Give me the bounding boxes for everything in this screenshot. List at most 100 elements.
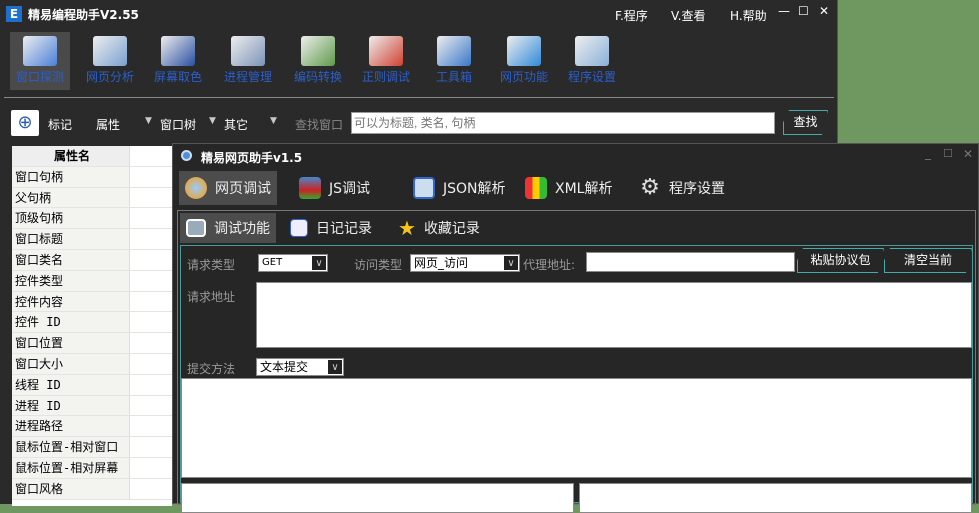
toolbar-item-4[interactable]: 编码转换	[288, 32, 348, 90]
tab-label: XML解析	[555, 181, 613, 197]
tab-label: 收藏记录	[423, 221, 480, 237]
tab-web-debug[interactable]: 网页调试	[179, 171, 277, 205]
toolbar-item-1[interactable]: 网页分析	[80, 32, 140, 90]
tab-xml[interactable]: XML解析	[519, 171, 618, 205]
table-row[interactable]: 窗口风格	[12, 478, 172, 500]
menu-help[interactable]: H.帮助	[730, 7, 767, 24]
tool-label: 进程管理	[223, 70, 272, 84]
content-panel: 调试功能 日记记录 ★ 收藏记录 请求类型 GET ∨ 访问类型 网页_访问 ∨ 代理…	[177, 210, 976, 513]
menu-program[interactable]: F.程序	[615, 7, 648, 24]
tree-tab[interactable]: 窗口树	[160, 116, 196, 133]
subtab-log[interactable]: 日记记录	[284, 213, 378, 243]
maximize-button[interactable]: ☐	[798, 4, 809, 18]
response-right-panel[interactable]	[579, 483, 972, 513]
property-name: 鼠标位置-相对屏幕	[12, 457, 130, 478]
app-logo-icon: E	[6, 6, 22, 22]
bar-chart-icon	[525, 177, 547, 199]
table-header: 属性名	[12, 146, 172, 167]
globe-icon	[185, 177, 207, 199]
subtab-debug[interactable]: 调试功能	[180, 213, 276, 243]
table-row[interactable]: 控件内容	[12, 291, 172, 313]
submit-method-select[interactable]: 文本提交 ∨	[256, 358, 344, 376]
maximize-button[interactable]: ☐	[943, 147, 953, 160]
minimize-button[interactable]: _	[925, 146, 931, 160]
response-left-panel[interactable]	[181, 483, 574, 513]
visit-type-label: 访问类型	[354, 258, 403, 272]
table-row[interactable]: 窗口位置	[12, 333, 172, 354]
toolbar-item-6[interactable]: 工具箱	[424, 32, 484, 90]
property-name: 鼠标位置-相对窗口	[12, 437, 130, 457]
toolbar-item-5[interactable]: 正则调试	[356, 32, 416, 90]
tool-icon	[437, 36, 471, 66]
table-row[interactable]: 父句柄	[12, 187, 172, 209]
dropdown-arrow-icon[interactable]: ▼	[270, 116, 277, 126]
select-value: GET	[262, 257, 283, 268]
property-name: 控件内容	[12, 291, 130, 312]
property-name: 窗口风格	[12, 478, 130, 499]
web-title: 精易网页助手v1.5	[201, 151, 303, 165]
other-tab[interactable]: 其它	[224, 116, 248, 133]
visit-type-select[interactable]: 网页_访问 ∨	[410, 254, 520, 272]
tab-settings[interactable]: ⚙ 程序设置	[633, 171, 731, 205]
tool-icon	[23, 36, 57, 66]
cubes-icon	[299, 177, 321, 199]
clear-button[interactable]: 清空当前	[884, 248, 972, 273]
toolbar-item-8[interactable]: 程序设置	[562, 32, 622, 90]
post-data-textarea[interactable]	[181, 378, 972, 478]
table-row[interactable]: 顶级句柄	[12, 208, 172, 230]
url-label: 请求地址	[187, 290, 236, 304]
tool-icon	[231, 36, 265, 66]
tool-icon	[93, 36, 127, 66]
debug-form: 请求类型 GET ∨ 访问类型 网页_访问 ∨ 代理地址: 粘贴协议包 清空当前 请…	[180, 245, 973, 513]
chevron-down-icon: ∨	[327, 359, 343, 375]
tool-icon	[301, 36, 335, 66]
find-button[interactable]: 查找	[783, 110, 828, 135]
main-title: 精易编程助手V2.55	[28, 8, 139, 22]
proxy-label: 代理地址:	[523, 258, 576, 272]
table-row[interactable]: 窗口大小	[12, 353, 172, 375]
table-row[interactable]: 进程 ID	[12, 395, 172, 417]
table-row[interactable]: 窗口类名	[12, 249, 172, 271]
tab-json[interactable]: JSON解析	[407, 171, 512, 205]
table-row[interactable]: 窗口句柄	[12, 166, 172, 188]
property-name: 窗口大小	[12, 353, 130, 374]
table-row[interactable]: 控件 ID	[12, 312, 172, 334]
url-textarea[interactable]	[256, 282, 972, 348]
table-row[interactable]: 控件类型	[12, 270, 172, 292]
table-row[interactable]: 鼠标位置-相对窗口	[12, 437, 172, 458]
table-row[interactable]: 进程路径	[12, 416, 172, 438]
table-row[interactable]: 鼠标位置-相对屏幕	[12, 457, 172, 479]
tool-label: 正则调试	[361, 70, 410, 84]
table-row[interactable]: 窗口标题	[12, 229, 172, 250]
divider	[4, 97, 834, 98]
select-value: 文本提交	[260, 360, 309, 374]
minimize-button[interactable]: —	[778, 4, 790, 18]
tab-label: JS调试	[329, 181, 371, 197]
table-row[interactable]: 线程 ID	[12, 374, 172, 396]
tab-label: 程序设置	[669, 181, 725, 197]
toolbar-item-3[interactable]: 进程管理	[218, 32, 278, 90]
find-window-input[interactable]	[351, 112, 775, 134]
req-type-select[interactable]: GET ∨	[258, 254, 328, 272]
screen-icon	[186, 219, 206, 237]
property-name: 控件类型	[12, 270, 130, 291]
property-name: 窗口句柄	[12, 166, 130, 187]
close-button[interactable]: ✕	[819, 4, 829, 18]
mark-label: 标记	[48, 118, 73, 132]
attr-tab[interactable]: 属性	[96, 116, 120, 133]
toolbar-item-0[interactable]: 窗口探测	[10, 32, 70, 90]
toolbar-item-7[interactable]: 网页功能	[494, 32, 554, 90]
property-name: 窗口位置	[12, 333, 130, 353]
tool-label: 程序设置	[567, 70, 616, 84]
subtab-favorites[interactable]: ★ 收藏记录	[392, 213, 486, 243]
close-button[interactable]: ✕	[963, 147, 973, 161]
paste-packet-button[interactable]: 粘贴协议包	[797, 248, 884, 273]
app-logo-icon	[181, 150, 192, 161]
proxy-input[interactable]	[586, 252, 795, 272]
tab-js-debug[interactable]: JS调试	[293, 171, 376, 205]
menu-view[interactable]: V.查看	[671, 7, 705, 24]
toolbar-item-2[interactable]: 屏幕取色	[148, 32, 208, 90]
crosshair-icon[interactable]: ⊕	[11, 110, 39, 136]
dropdown-arrow-icon[interactable]: ▼	[209, 116, 216, 126]
dropdown-arrow-icon[interactable]: ▼	[145, 116, 152, 126]
